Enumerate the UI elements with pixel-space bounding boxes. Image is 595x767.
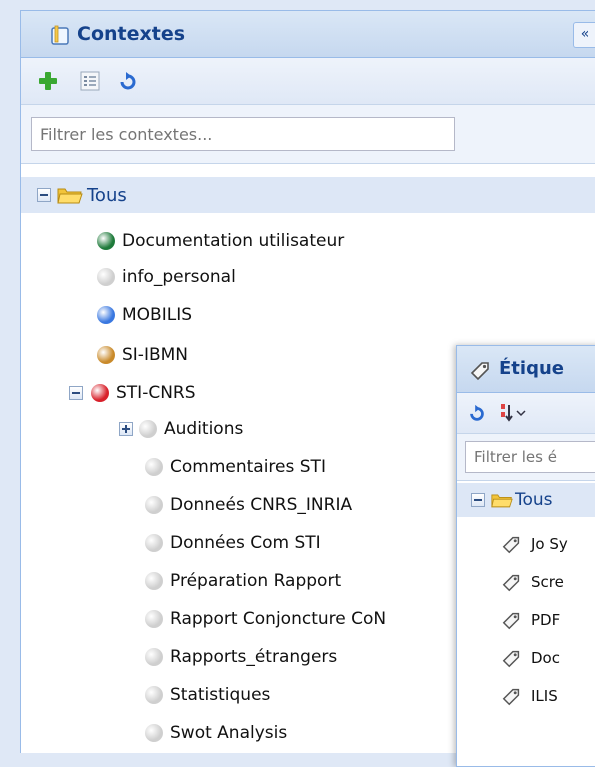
sort-icon[interactable] [499,402,529,424]
tree-root-label: Tous [87,184,127,206]
context-item[interactable]: SI-IBMN [97,337,188,373]
sti-child-item[interactable]: Swot Analysis [145,715,287,751]
context-color-dot [97,346,115,364]
tag-item-label: Doc [531,649,560,667]
filter-tags-input[interactable] [465,441,595,473]
context-color-dot [145,572,163,590]
sti-child-item[interactable]: Auditions [119,411,243,447]
context-color-dot [145,458,163,476]
refresh-icon [120,72,136,90]
context-color-dot [145,686,163,704]
context-item[interactable]: STI-CNRS [91,375,196,411]
sti-cnrs-toggle-row[interactable] [69,375,89,411]
tag-item[interactable]: Doc [501,640,560,676]
context-item-label: MOBILIS [122,305,193,325]
context-color-dot [97,232,115,250]
refresh-icon[interactable] [467,403,487,423]
sti-child-item[interactable]: Préparation Rapport [145,563,341,599]
sti-child-label: Préparation Rapport [170,571,342,591]
contexts-panel-title: Contextes [77,23,186,45]
add-context-button[interactable] [35,68,61,94]
tags-panel-title: Étique [499,358,564,379]
list-icon [80,71,100,91]
tag-item-label: Scre [531,573,564,591]
tag-item[interactable]: ILIS [501,678,558,714]
tags-panel-header: Étique [457,346,595,393]
sti-child-item[interactable]: Statistiques [145,677,270,713]
context-color-dot [91,384,109,402]
plus-icon [39,72,57,90]
tags-filter-bar [457,434,595,481]
tag-item[interactable]: Jo Sy [501,526,568,562]
open-folder-icon [491,494,513,508]
folder-icon [51,25,69,45]
context-item-label: STI-CNRS [116,383,196,403]
sti-child-item[interactable]: Commentaires STI [145,449,326,485]
context-color-dot [145,534,163,552]
sti-child-item[interactable]: Rapport Conjoncture CoN [145,601,386,637]
filter-contexts-input[interactable] [31,117,455,151]
context-item-label: Documentation utilisateur [122,231,345,251]
collapse-sti-cnrs-toggle[interactable] [69,386,83,400]
tag-icon [502,612,520,630]
refresh-button[interactable] [115,68,141,94]
collapse-button[interactable]: « [573,22,595,48]
tag-icon [502,650,520,668]
tag-icon [502,536,520,554]
tag-icon [470,362,489,381]
sti-child-item[interactable]: Données Com STI [145,525,321,561]
sti-child-label: Donneés CNRS_INRIA [170,495,353,515]
contexts-panel-header: Contextes « [21,11,595,58]
context-item-label: info_personal [122,267,236,287]
tags-toolbar [457,393,595,434]
tags-tree-root[interactable]: Tous [471,483,553,517]
sti-child-label: Statistiques [170,685,271,705]
collapse-root-toggle[interactable] [37,188,51,202]
sti-child-item[interactable]: Rapports_étrangers [145,639,337,675]
list-view-button[interactable] [77,68,103,94]
collapse-tags-root-toggle[interactable] [471,493,485,507]
context-color-dot [145,610,163,628]
sti-child-item[interactable]: Donneés CNRS_INRIA [145,487,352,523]
tag-item[interactable]: PDF [501,602,560,638]
sti-child-label: Rapport Conjoncture CoN [170,609,387,629]
tag-item-label: PDF [531,611,561,629]
sti-child-label: Swot Analysis [170,723,288,743]
context-color-dot [145,724,163,742]
contexts-toolbar [21,58,595,105]
context-color-dot [145,496,163,514]
tag-item[interactable]: Scre [501,564,564,600]
tag-icon [502,574,520,592]
context-item[interactable]: MOBILIS [97,297,192,333]
tag-item-label: ILIS [531,687,558,705]
context-color-dot [139,420,157,438]
tag-icon [502,688,520,706]
tag-item-label: Jo Sy [531,535,568,553]
expand-auditions-toggle[interactable] [119,422,133,436]
context-color-dot [97,268,115,286]
open-folder-icon [57,188,83,204]
sti-child-label: Rapports_étrangers [170,647,338,667]
context-color-dot [97,306,115,324]
sti-child-label: Données Com STI [170,533,321,553]
context-item[interactable]: info_personal [97,259,236,295]
context-item-label: SI-IBMN [122,345,188,365]
tags-panel: Étique Tous Jo Sy Scre PDF Doc ILIS [456,345,595,767]
sti-child-label: Auditions [164,419,244,439]
tree-root[interactable]: Tous [37,177,127,213]
context-color-dot [145,648,163,666]
context-item[interactable]: Documentation utilisateur [97,223,344,259]
contexts-filter-bar [21,105,595,164]
sti-child-label: Commentaires STI [170,457,326,477]
tags-root-label: Tous [515,490,553,510]
